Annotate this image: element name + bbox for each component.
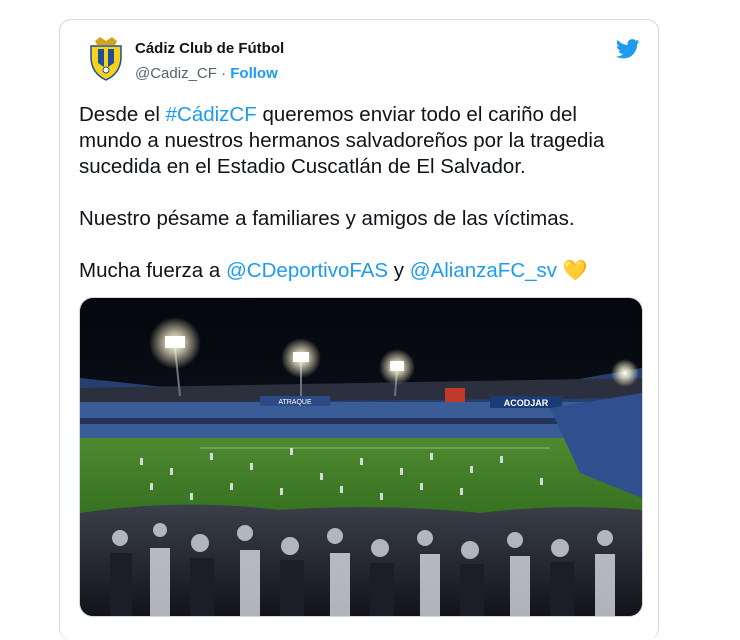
ad-board-acodjar: ACODJAR: [504, 398, 549, 408]
tweet-paragraph-2: Nuestro pésame a familiares y amigos de …: [79, 207, 575, 230]
author-handle[interactable]: @Cadiz_CF: [135, 65, 217, 82]
p3-between: y: [388, 259, 410, 282]
mention-alianza-link[interactable]: @AlianzaFC_sv: [410, 259, 557, 282]
ad-board-atraque: ATRAQUE: [278, 399, 312, 406]
yellow-heart-emoji: 💛: [562, 260, 588, 282]
p1-line2: mundo a nuestros hermanos salvadoreños p…: [79, 129, 605, 152]
tweet-paragraph-3: Mucha fuerza a @CDeportivoFAS y @Alianza…: [79, 258, 644, 284]
stadium-photo[interactable]: ACODJAR ATRAQUE: [79, 297, 643, 617]
p3-before: Mucha fuerza a: [79, 259, 226, 282]
tweet-paragraph-1: Desde el #CádizCF queremos enviar todo e…: [79, 102, 644, 180]
separator-dot: ·: [221, 65, 227, 82]
hashtag-link[interactable]: #CádizCF: [166, 103, 257, 126]
mention-fas-link[interactable]: @CDeportivoFAS: [226, 259, 388, 282]
author-handle-row: @Cadiz_CF · Follow: [135, 65, 278, 82]
author-name[interactable]: Cádiz Club de Fútbol: [135, 40, 284, 57]
cadiz-crest-icon[interactable]: [88, 37, 124, 81]
follow-button[interactable]: Follow: [230, 65, 278, 82]
stadium-photo-image: ACODJAR ATRAQUE: [80, 298, 642, 616]
p1-before: Desde el: [79, 103, 166, 126]
twitter-bird-icon[interactable]: [616, 39, 640, 59]
p1-after: queremos enviar todo el cariño del: [256, 103, 577, 126]
p1-line3: sucedida en el Estadio Cuscatlán de El S…: [79, 155, 526, 178]
tweet-text: Desde el #CádizCF queremos enviar todo e…: [79, 102, 644, 310]
tweet-card[interactable]: Cádiz Club de Fútbol @Cadiz_CF · Follow …: [59, 19, 659, 640]
